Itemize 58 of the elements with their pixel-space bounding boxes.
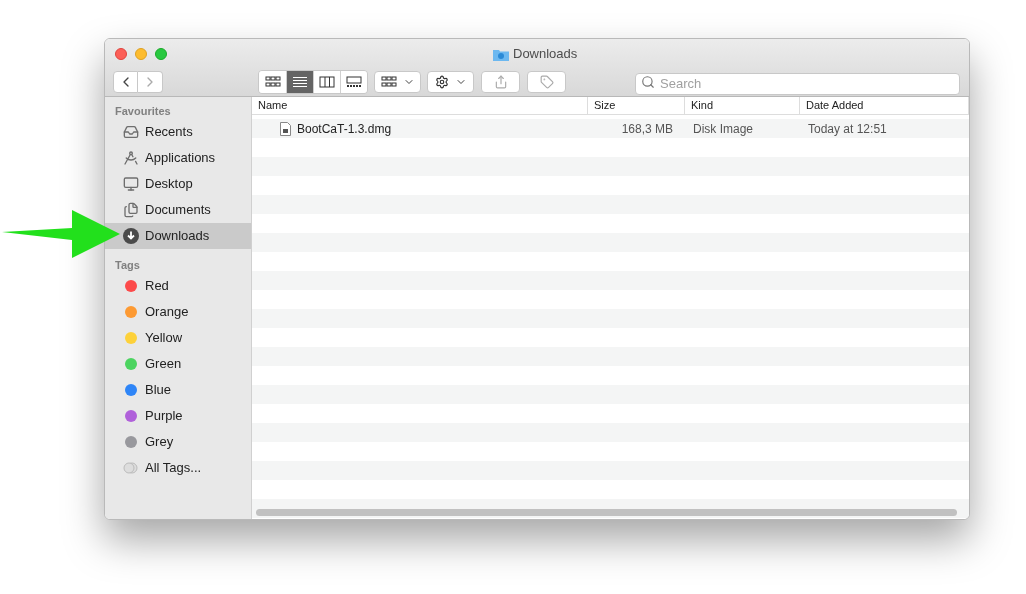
sidebar-section-title: Favourites (114, 104, 172, 119)
horizontal-scrollbar[interactable] (256, 509, 957, 516)
share-button[interactable] (481, 71, 520, 93)
forward-button[interactable] (138, 71, 163, 93)
window-title: Downloads (513, 45, 578, 64)
tags-icon (123, 462, 139, 474)
back-button[interactable] (113, 71, 138, 93)
sidebar-item[interactable]: Blue (105, 377, 251, 403)
file-size: 168,3 MB (620, 120, 674, 138)
download-icon (123, 228, 139, 244)
disk-image-icon (280, 121, 291, 136)
file-date: Today at 12:51 (807, 120, 888, 138)
columns-icon (319, 76, 335, 88)
tray-icon (123, 124, 139, 140)
search-field[interactable]: Search (635, 72, 960, 95)
sidebar-item[interactable]: Orange (105, 299, 251, 325)
sidebar-item[interactable]: Downloads (105, 223, 251, 249)
share-icon (493, 75, 508, 89)
file-kind: Disk Image (692, 120, 755, 138)
sidebar-item[interactable]: Grey (105, 429, 251, 455)
tag-button[interactable] (527, 71, 566, 93)
column-header[interactable]: Name (252, 97, 588, 114)
list-icon (292, 76, 308, 88)
gallery-icon (346, 76, 362, 88)
column-header[interactable]: Kind (685, 97, 800, 114)
zoom-button[interactable] (155, 48, 167, 60)
settings-icon (434, 75, 449, 89)
close-button[interactable] (115, 48, 127, 60)
view-mode-button[interactable] (313, 71, 340, 93)
view-mode-button[interactable] (259, 71, 286, 93)
sidebar-section-title: Tags (114, 258, 141, 273)
action-button[interactable] (427, 71, 474, 93)
sidebar-item[interactable]: Recents (105, 119, 251, 145)
compass-icon (123, 150, 139, 166)
sidebar-item[interactable]: Desktop (105, 171, 251, 197)
sidebar-item[interactable]: Yellow (105, 325, 251, 351)
file-row[interactable]: BootCaT-1.3.dmg 168,3 MB Disk Image Today at 12:51 (252, 119, 969, 138)
minimize-button[interactable] (135, 48, 147, 60)
sidebar-item[interactable]: Purple (105, 403, 251, 429)
view-mode-button[interactable] (286, 71, 313, 93)
column-header[interactable]: Size (588, 97, 685, 114)
monitor-icon (123, 176, 139, 192)
view-mode-control[interactable] (258, 70, 368, 94)
grid-icon (264, 76, 281, 88)
documents-icon (123, 202, 139, 218)
group-button[interactable] (374, 71, 421, 93)
tag-icon (539, 75, 554, 89)
file-name: BootCaT-1.3.dmg (297, 120, 392, 138)
sidebar-item[interactable]: Green (105, 351, 251, 377)
folder-icon (493, 47, 509, 61)
search-icon (641, 75, 655, 89)
sidebar-item[interactable]: Applications (105, 145, 251, 171)
grid-icon (380, 76, 397, 88)
column-header[interactable]: Date Added (800, 97, 969, 114)
sidebar-item[interactable]: Red (105, 273, 251, 299)
view-mode-button[interactable] (340, 71, 367, 93)
sidebar-item[interactable]: Documents (105, 197, 251, 223)
sidebar-item[interactable]: All Tags... (105, 455, 251, 481)
